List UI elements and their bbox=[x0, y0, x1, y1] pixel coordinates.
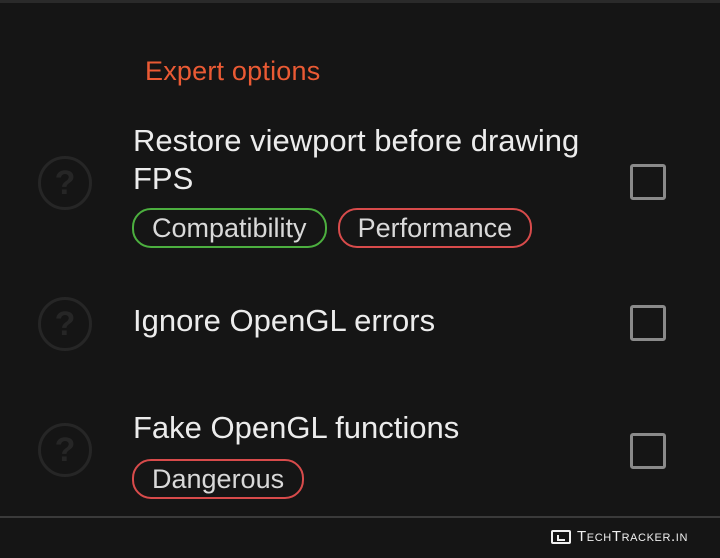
option-checkbox[interactable] bbox=[630, 305, 666, 341]
tag-compatibility: Compatibility bbox=[132, 208, 327, 248]
bottom-divider bbox=[0, 516, 720, 518]
option-title: Restore viewport before drawing FPS bbox=[133, 123, 580, 196]
tag-dangerous: Dangerous bbox=[132, 459, 305, 499]
option-checkbox[interactable] bbox=[630, 164, 666, 200]
expert-options-screen: Expert options ? Restore viewport before… bbox=[0, 0, 720, 558]
option-tags: Compatibility Performance bbox=[132, 208, 533, 248]
help-icon[interactable]: ? bbox=[38, 423, 92, 477]
monitor-icon bbox=[551, 529, 572, 544]
section-header: Expert options bbox=[145, 56, 321, 86]
option-checkbox[interactable] bbox=[630, 433, 666, 469]
watermark: TechTracker.in bbox=[551, 528, 688, 545]
top-divider bbox=[0, 0, 720, 3]
help-icon[interactable]: ? bbox=[38, 297, 92, 351]
watermark-text: TechTracker.in bbox=[577, 528, 688, 545]
help-icon[interactable]: ? bbox=[38, 156, 92, 210]
option-title: Fake OpenGL functions bbox=[133, 410, 460, 445]
option-title: Ignore OpenGL errors bbox=[133, 303, 436, 338]
option-tags: Dangerous bbox=[132, 459, 305, 499]
tag-performance: Performance bbox=[337, 208, 533, 248]
